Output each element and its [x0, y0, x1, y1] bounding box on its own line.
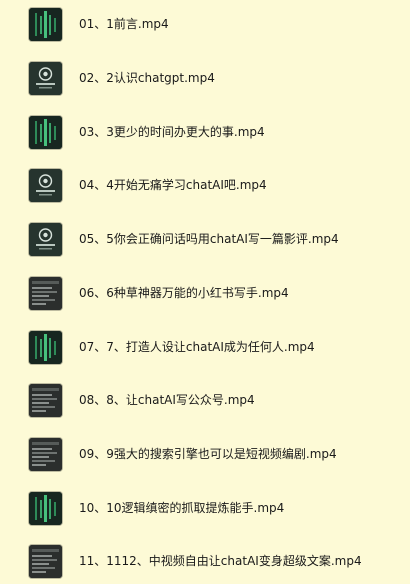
file-row[interactable]: 06、6种草神器万能的小红书写手.mp4: [0, 273, 410, 315]
file-row[interactable]: 11、1112、中视频自由让chatAI变身超级文案.mp4: [0, 541, 410, 583]
chatgpt-logo-video-thumbnail: [29, 169, 62, 202]
file-row[interactable]: 02、2认识chatgpt.mp4: [0, 58, 410, 100]
file-row[interactable]: 03、3更少的时间办更大的事.mp4: [0, 112, 410, 154]
file-row[interactable]: 08、8、让chatAI写公众号.mp4: [0, 380, 410, 422]
screen-recording-video-thumbnail: [29, 384, 62, 417]
screen-recording-video-thumbnail: [29, 545, 62, 578]
file-name: 03、3更少的时间办更大的事.mp4: [79, 125, 265, 139]
file-row[interactable]: 10、10逻辑缜密的抓取提炼能手.mp4: [0, 488, 410, 530]
green-bars-video-thumbnail: [29, 492, 62, 525]
file-name: 05、5你会正确问话吗用chatAI写一篇影评.mp4: [79, 232, 339, 246]
screen-recording-video-thumbnail: [29, 277, 62, 310]
file-row[interactable]: 01、1前言.mp4: [0, 4, 410, 46]
file-name: 09、9强大的搜索引擎也可以是短视频编剧.mp4: [79, 447, 337, 461]
file-name: 10、10逻辑缜密的抓取提炼能手.mp4: [79, 501, 285, 515]
file-name: 11、1112、中视频自由让chatAI变身超级文案.mp4: [79, 554, 362, 568]
file-row[interactable]: 04、4开始无痛学习chatAI吧.mp4: [0, 165, 410, 207]
file-list: 01、1前言.mp4 02、2认识chatgpt.mp4 03、3更少的时间办更…: [0, 0, 410, 584]
chatgpt-logo-video-thumbnail: [29, 223, 62, 256]
file-name: 08、8、让chatAI写公众号.mp4: [79, 393, 255, 407]
file-name: 02、2认识chatgpt.mp4: [79, 71, 215, 85]
file-name: 06、6种草神器万能的小红书写手.mp4: [79, 286, 289, 300]
green-bars-video-thumbnail: [29, 8, 62, 41]
file-name: 07、7、打造人设让chatAI成为任何人.mp4: [79, 340, 315, 354]
file-row[interactable]: 05、5你会正确问话吗用chatAI写一篇影评.mp4: [0, 219, 410, 261]
green-bars-video-thumbnail: [29, 331, 62, 364]
screen-recording-video-thumbnail: [29, 438, 62, 471]
chatgpt-logo-video-thumbnail: [29, 62, 62, 95]
file-row[interactable]: 09、9强大的搜索引擎也可以是短视频编剧.mp4: [0, 434, 410, 476]
file-row[interactable]: 07、7、打造人设让chatAI成为任何人.mp4: [0, 327, 410, 369]
file-name: 04、4开始无痛学习chatAI吧.mp4: [79, 178, 267, 192]
green-bars-video-thumbnail: [29, 116, 62, 149]
file-name: 01、1前言.mp4: [79, 17, 169, 31]
